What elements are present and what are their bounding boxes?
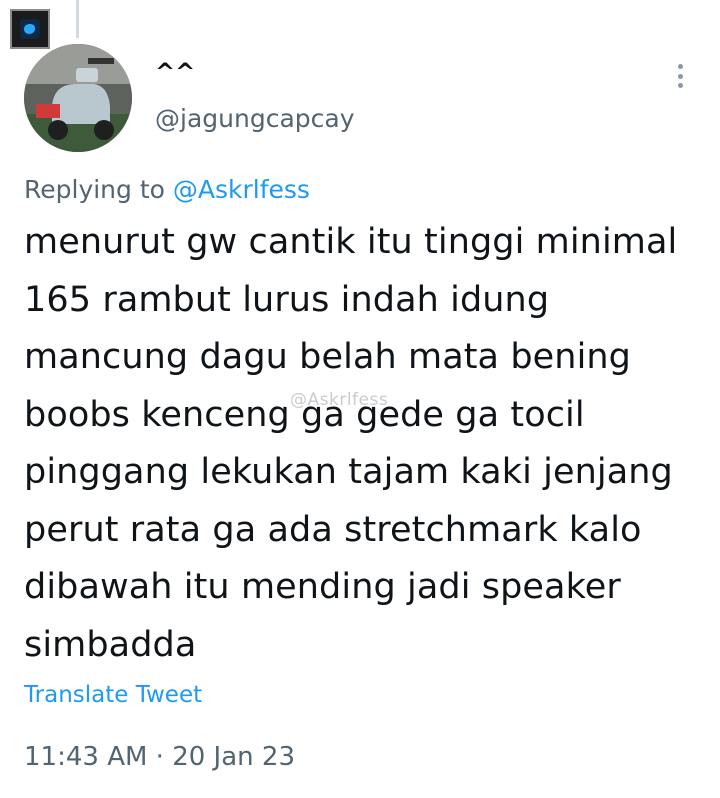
tweet-timestamp[interactable]: 11:43 AM · 20 Jan 23 (24, 740, 295, 774)
user-handle[interactable]: @jagungcapcay (155, 104, 355, 134)
app-icon (10, 9, 50, 49)
translate-tweet-link[interactable]: Translate Tweet (24, 680, 202, 710)
thread-connector-line (76, 0, 79, 38)
more-dot (677, 83, 683, 88)
replying-to-mention[interactable]: @Askrlfess (173, 175, 310, 204)
avatar[interactable] (24, 44, 132, 152)
tweet-text: menurut gw cantik itu tinggi minimal 165… (24, 222, 678, 665)
display-name[interactable]: ^^ (155, 58, 195, 86)
replying-to: Replying to @Askrlfess (24, 174, 310, 206)
scooter-photo-icon (24, 44, 132, 152)
more-options-button[interactable] (668, 60, 692, 92)
more-options-icon (677, 64, 683, 69)
watermark: @Askrlfess (290, 390, 389, 410)
replying-prefix: Replying to (24, 175, 173, 204)
more-dot (677, 73, 683, 79)
